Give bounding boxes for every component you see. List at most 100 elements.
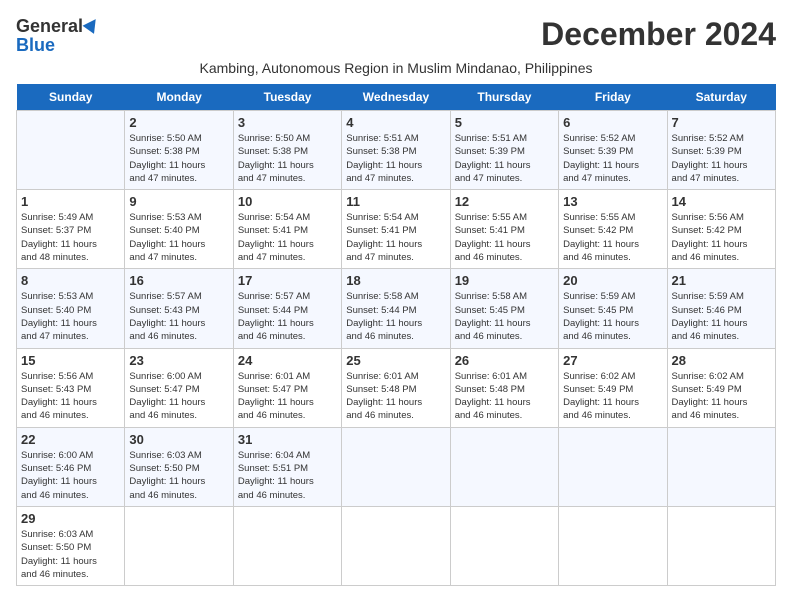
day-info-line: Sunset: 5:41 PM xyxy=(238,224,337,237)
day-info: Sunrise: 5:53 AMSunset: 5:40 PMDaylight:… xyxy=(21,290,120,343)
calendar-day-cell: 2Sunrise: 5:50 AMSunset: 5:38 PMDaylight… xyxy=(125,111,233,190)
day-number: 19 xyxy=(455,273,554,288)
day-info-line: Sunset: 5:48 PM xyxy=(455,383,554,396)
calendar-day-cell: 21Sunrise: 5:59 AMSunset: 5:46 PMDayligh… xyxy=(667,269,775,348)
day-number: 1 xyxy=(21,194,120,209)
day-number: 24 xyxy=(238,353,337,368)
day-info-line: Sunset: 5:39 PM xyxy=(455,145,554,158)
day-number: 3 xyxy=(238,115,337,130)
day-info-line: Daylight: 11 hours xyxy=(672,396,771,409)
day-info-line: Sunrise: 5:58 AM xyxy=(455,290,554,303)
day-info-line: Sunrise: 5:54 AM xyxy=(346,211,445,224)
calendar-day-cell xyxy=(450,427,558,506)
day-info-line: Daylight: 11 hours xyxy=(455,317,554,330)
day-info-line: and 47 minutes. xyxy=(455,172,554,185)
calendar-day-cell xyxy=(450,506,558,585)
day-info-line: Daylight: 11 hours xyxy=(129,317,228,330)
day-info-line: Sunrise: 6:04 AM xyxy=(238,449,337,462)
day-info: Sunrise: 5:50 AMSunset: 5:38 PMDaylight:… xyxy=(238,132,337,185)
day-of-week-header: Thursday xyxy=(450,84,558,111)
day-info-line: Sunrise: 6:03 AM xyxy=(21,528,120,541)
day-number: 25 xyxy=(346,353,445,368)
day-info-line: Sunset: 5:45 PM xyxy=(563,304,662,317)
day-info-line: Sunset: 5:50 PM xyxy=(21,541,120,554)
page-header: General Blue December 2024 xyxy=(16,16,776,56)
day-info-line: Sunset: 5:40 PM xyxy=(21,304,120,317)
day-info: Sunrise: 6:02 AMSunset: 5:49 PMDaylight:… xyxy=(563,370,662,423)
day-info-line: Daylight: 11 hours xyxy=(346,396,445,409)
day-number: 13 xyxy=(563,194,662,209)
day-info-line: Daylight: 11 hours xyxy=(563,396,662,409)
day-info: Sunrise: 6:03 AMSunset: 5:50 PMDaylight:… xyxy=(129,449,228,502)
calendar-day-cell: 1 Sunrise: 5:49 AMSunset: 5:37 PMDaylight… xyxy=(17,190,125,269)
calendar-day-cell: 12Sunrise: 5:55 AMSunset: 5:41 PMDayligh… xyxy=(450,190,558,269)
day-info-line: Daylight: 11 hours xyxy=(238,159,337,172)
day-info-line: and 46 minutes. xyxy=(21,409,120,422)
day-info: Sunrise: 6:00 AMSunset: 5:46 PMDaylight:… xyxy=(21,449,120,502)
day-info: Sunrise: 5:57 AMSunset: 5:43 PMDaylight:… xyxy=(129,290,228,343)
day-info-line: and 46 minutes. xyxy=(21,489,120,502)
day-info-line: Daylight: 11 hours xyxy=(238,396,337,409)
calendar-day-cell: 29Sunrise: 6:03 AMSunset: 5:50 PMDayligh… xyxy=(17,506,125,585)
day-info: Sunrise: 5:55 AMSunset: 5:41 PMDaylight:… xyxy=(455,211,554,264)
calendar-day-cell xyxy=(667,506,775,585)
day-info: Sunrise: 5:59 AMSunset: 5:45 PMDaylight:… xyxy=(563,290,662,343)
day-info-line: Sunrise: 5:55 AM xyxy=(563,211,662,224)
day-info-line: Daylight: 11 hours xyxy=(563,317,662,330)
day-info-line: Daylight: 11 hours xyxy=(346,238,445,251)
day-number: 7 xyxy=(672,115,771,130)
day-info-line: Sunrise: 5:50 AM xyxy=(129,132,228,145)
calendar-day-cell xyxy=(559,506,667,585)
calendar-day-cell: 25Sunrise: 6:01 AMSunset: 5:48 PMDayligh… xyxy=(342,348,450,427)
day-of-week-header: Saturday xyxy=(667,84,775,111)
day-info-line: and 48 minutes. xyxy=(21,251,120,264)
calendar-day-cell: 7 Sunrise: 5:52 AMSunset: 5:39 PMDaylight… xyxy=(667,111,775,190)
day-info-line: and 46 minutes. xyxy=(455,330,554,343)
day-info-line: Sunrise: 6:02 AM xyxy=(672,370,771,383)
day-number: 10 xyxy=(238,194,337,209)
calendar-day-cell: 6Sunrise: 5:52 AMSunset: 5:39 PMDaylight… xyxy=(559,111,667,190)
day-info-line: Sunrise: 5:55 AM xyxy=(455,211,554,224)
day-of-week-header: Wednesday xyxy=(342,84,450,111)
day-number: 16 xyxy=(129,273,228,288)
calendar-day-cell: 22 Sunrise: 6:00 AMSunset: 5:46 PMDayligh… xyxy=(17,427,125,506)
calendar-day-cell: 16 Sunrise: 5:57 AMSunset: 5:43 PMDayligh… xyxy=(125,269,233,348)
calendar-day-cell: 3 Sunrise: 5:50 AMSunset: 5:38 PMDaylight… xyxy=(233,111,341,190)
day-info-line: Daylight: 11 hours xyxy=(129,238,228,251)
day-info: Sunrise: 5:52 AMSunset: 5:39 PMDaylight:… xyxy=(672,132,771,185)
day-info-line: Daylight: 11 hours xyxy=(563,159,662,172)
day-info: Sunrise: 5:53 AMSunset: 5:40 PMDaylight:… xyxy=(129,211,228,264)
day-info-line: Sunset: 5:42 PM xyxy=(672,224,771,237)
day-info-line: and 46 minutes. xyxy=(455,409,554,422)
calendar-day-cell: 28Sunrise: 6:02 AMSunset: 5:49 PMDayligh… xyxy=(667,348,775,427)
day-number: 21 xyxy=(672,273,771,288)
day-info-line: Daylight: 11 hours xyxy=(346,317,445,330)
day-number: 15 xyxy=(21,353,120,368)
day-info: Sunrise: 5:56 AMSunset: 5:43 PMDaylight:… xyxy=(21,370,120,423)
calendar-day-cell: 5Sunrise: 5:51 AMSunset: 5:39 PMDaylight… xyxy=(450,111,558,190)
day-info-line: and 46 minutes. xyxy=(346,409,445,422)
day-number: 30 xyxy=(129,432,228,447)
day-info-line: Sunset: 5:50 PM xyxy=(129,462,228,475)
calendar-day-cell: 8Sunrise: 5:53 AMSunset: 5:40 PMDaylight… xyxy=(17,269,125,348)
day-info-line: Sunrise: 6:01 AM xyxy=(455,370,554,383)
day-number: 4 xyxy=(346,115,445,130)
day-number: 11 xyxy=(346,194,445,209)
day-number: 20 xyxy=(563,273,662,288)
calendar-day-cell: 11Sunrise: 5:54 AMSunset: 5:41 PMDayligh… xyxy=(342,190,450,269)
day-info-line: and 47 minutes. xyxy=(21,330,120,343)
day-info-line: and 46 minutes. xyxy=(129,489,228,502)
day-info-line: Sunset: 5:43 PM xyxy=(129,304,228,317)
day-info-line: Daylight: 11 hours xyxy=(455,396,554,409)
day-number: 14 xyxy=(672,194,771,209)
day-info-line: Daylight: 11 hours xyxy=(238,475,337,488)
day-info-line: Daylight: 11 hours xyxy=(21,238,120,251)
day-info: Sunrise: 5:49 AMSunset: 5:37 PMDaylight:… xyxy=(21,211,120,264)
calendar-table: SundayMondayTuesdayWednesdayThursdayFrid… xyxy=(16,84,776,586)
day-info-line: Daylight: 11 hours xyxy=(455,238,554,251)
day-info: Sunrise: 5:51 AMSunset: 5:39 PMDaylight:… xyxy=(455,132,554,185)
calendar-body: 2Sunrise: 5:50 AMSunset: 5:38 PMDaylight… xyxy=(17,111,776,586)
calendar-week-row: 8Sunrise: 5:53 AMSunset: 5:40 PMDaylight… xyxy=(17,269,776,348)
calendar-day-cell: 31Sunrise: 6:04 AMSunset: 5:51 PMDayligh… xyxy=(233,427,341,506)
day-number: 22 xyxy=(21,432,120,447)
